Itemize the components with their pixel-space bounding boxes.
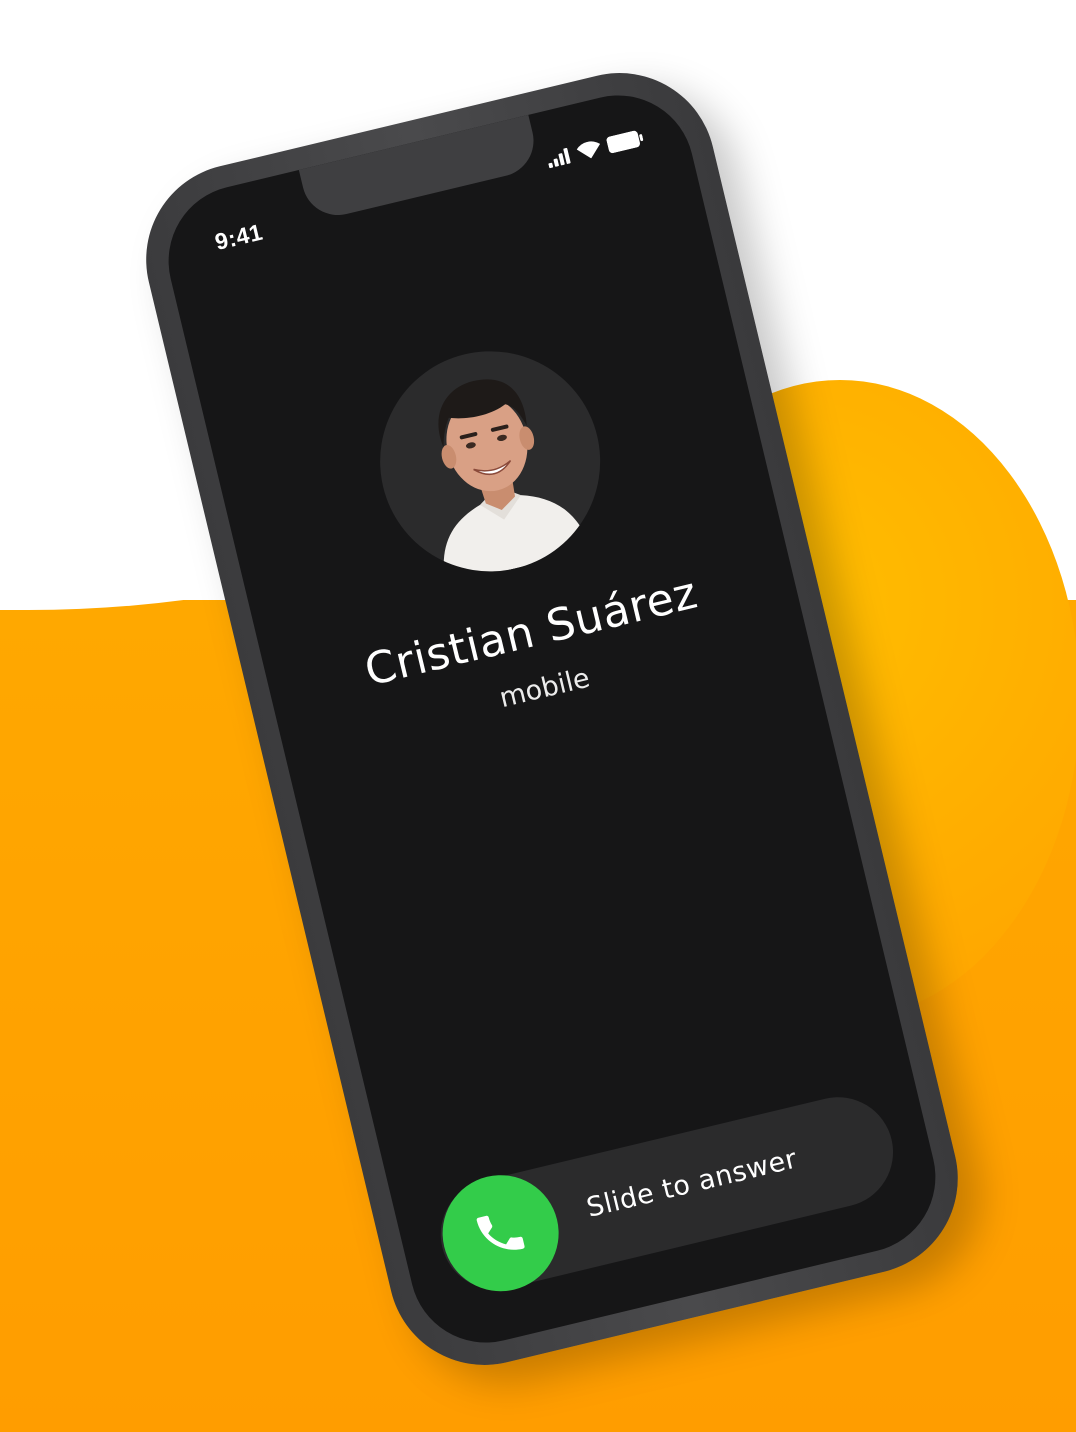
person-photo-icon xyxy=(438,379,592,586)
caller-avatar xyxy=(357,328,623,594)
slide-to-answer-label: Slide to answer xyxy=(583,1143,801,1224)
status-icons xyxy=(545,129,645,172)
phone-icon xyxy=(476,1215,525,1250)
status-time: 9:41 xyxy=(212,218,266,256)
app-showcase: 9:41 Cristian Suárez mobile Slide to ans… xyxy=(0,0,1076,1432)
answer-call-button[interactable] xyxy=(430,1163,571,1304)
signal-icon xyxy=(546,147,574,172)
wifi-icon xyxy=(576,139,604,165)
battery-icon xyxy=(606,129,646,158)
